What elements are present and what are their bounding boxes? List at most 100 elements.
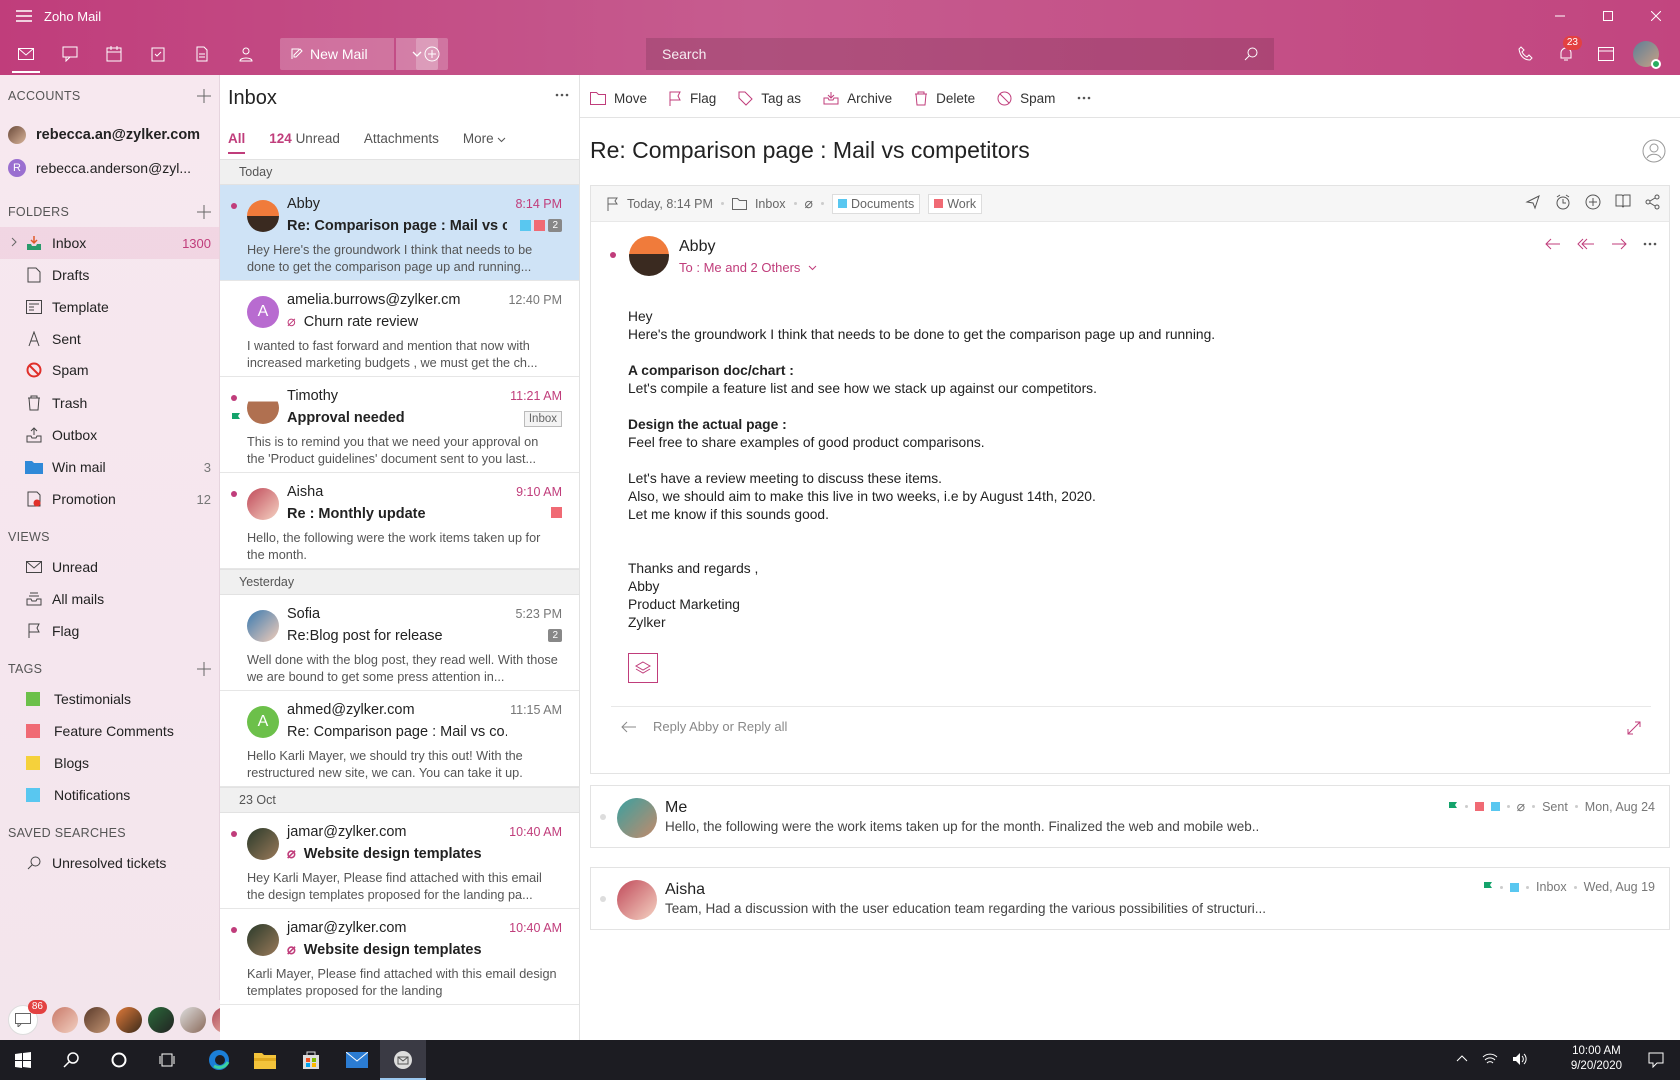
mail-item[interactable]: A amelia.burrows@zylker.cm 12:40 PM ⌀ Chu… xyxy=(220,281,579,377)
folder-outbox[interactable]: Outbox xyxy=(0,419,219,451)
share-icon[interactable] xyxy=(1645,194,1661,210)
add-account-icon[interactable] xyxy=(197,89,211,103)
tag-blogs[interactable]: Blogs xyxy=(0,747,219,779)
spam-button[interactable]: Spam xyxy=(997,91,1055,106)
notes-icon[interactable] xyxy=(191,43,213,65)
quick-action-button[interactable] xyxy=(416,38,448,70)
flag-icon[interactable] xyxy=(607,197,619,211)
remind-icon[interactable] xyxy=(1525,194,1541,210)
folder-trash[interactable]: Trash xyxy=(0,387,219,419)
chevron-right-icon[interactable] xyxy=(11,237,18,247)
calendar-icon[interactable] xyxy=(103,43,125,65)
window-layout-icon[interactable] xyxy=(1586,36,1626,72)
hamburger-menu-icon[interactable] xyxy=(16,9,32,23)
layers-icon[interactable] xyxy=(628,653,658,683)
expand-reply-icon[interactable] xyxy=(1627,721,1641,735)
chat-contact-avatar[interactable] xyxy=(84,1007,110,1033)
folder-template[interactable]: Template xyxy=(0,291,219,323)
mail-app-taskbar-icon[interactable] xyxy=(334,1040,380,1080)
view-all-mails[interactable]: All mails xyxy=(0,583,219,615)
tag-chip-documents[interactable]: Documents xyxy=(831,193,921,214)
mail-item[interactable]: jamar@zylker.com 10:40 AM ⌀ Website desig… xyxy=(220,813,579,909)
flag-icon[interactable] xyxy=(231,412,241,424)
reply-bar[interactable]: Reply Abby or Reply all xyxy=(611,706,1651,746)
recipients-toggle[interactable]: To : Me and 2 Others xyxy=(679,260,817,275)
mail-item[interactable]: Timothy 11:21 AM Approval needed Inbox T… xyxy=(220,377,579,473)
system-clock[interactable]: 10:00 AM 9/20/2020 xyxy=(1571,1044,1622,1074)
add-task-icon[interactable] xyxy=(1585,194,1601,210)
account-item-primary[interactable]: rebecca.an@zylker.com xyxy=(8,120,200,150)
file-explorer-icon[interactable] xyxy=(242,1040,288,1080)
zoho-mail-taskbar-icon[interactable] xyxy=(380,1040,426,1080)
mail-folder[interactable]: Inbox xyxy=(755,197,786,211)
chat-contact-avatar[interactable] xyxy=(116,1007,142,1033)
tab-unread[interactable]: 124 Unread xyxy=(269,131,340,146)
more-options-icon[interactable] xyxy=(1643,238,1657,250)
tag-as-button[interactable]: Tag as xyxy=(738,91,801,106)
tab-more[interactable]: More xyxy=(463,131,507,146)
tag-testimonials[interactable]: Testimonials xyxy=(0,683,219,715)
tab-attachments[interactable]: Attachments xyxy=(364,131,439,146)
mail-item[interactable]: Aisha 9:10 AM Re : Monthly update Hello,… xyxy=(220,473,579,569)
notifications-bell-icon[interactable]: 23 xyxy=(1546,36,1586,72)
network-icon[interactable] xyxy=(1482,1052,1498,1066)
streams-icon[interactable] xyxy=(59,43,81,65)
chat-button[interactable]: 86 xyxy=(8,1000,47,1035)
minimize-button[interactable] xyxy=(1536,0,1584,32)
forward-icon[interactable] xyxy=(1611,238,1627,250)
windows-start-icon[interactable] xyxy=(0,1040,46,1080)
saved-search-unresolved[interactable]: Unresolved tickets xyxy=(0,847,219,879)
conversation-item[interactable]: Aisha Team, Had a discussion with the us… xyxy=(590,867,1670,930)
tag-chip-work[interactable]: Work xyxy=(928,193,983,214)
tab-all[interactable]: All xyxy=(228,131,246,154)
contacts-icon[interactable] xyxy=(235,43,257,65)
volume-icon[interactable] xyxy=(1512,1052,1528,1066)
folder-spam[interactable]: Spam xyxy=(0,354,219,386)
attachment-icon[interactable]: ⌀ xyxy=(805,195,813,212)
folder-drafts[interactable]: Drafts xyxy=(0,259,219,291)
mail-item[interactable]: Abby 8:14 PM Re: Comparison page : Mail … xyxy=(220,185,579,281)
reply-all-icon[interactable] xyxy=(1577,238,1595,250)
new-mail-button[interactable]: New Mail xyxy=(280,38,394,70)
chat-contact-avatar[interactable] xyxy=(148,1007,174,1033)
search-icon[interactable] xyxy=(48,1040,94,1080)
mail-item[interactable]: A ahmed@zylker.com 11:15 AM Re: Comparis… xyxy=(220,691,579,787)
store-icon[interactable] xyxy=(288,1040,334,1080)
read-mode-icon[interactable] xyxy=(1615,194,1631,210)
tag-notifications[interactable]: Notifications xyxy=(0,779,219,811)
add-tag-icon[interactable] xyxy=(197,662,211,676)
tag-feature-comments[interactable]: Feature Comments xyxy=(0,715,219,747)
user-profile-avatar[interactable] xyxy=(1626,36,1666,72)
close-window-button[interactable] xyxy=(1632,0,1680,32)
alarm-clock-icon[interactable] xyxy=(1555,194,1571,210)
mail-app-icon[interactable] xyxy=(15,43,37,65)
chat-contact-avatar[interactable] xyxy=(52,1007,78,1033)
move-button[interactable]: Move xyxy=(590,91,647,106)
reply-icon[interactable] xyxy=(1545,238,1561,250)
folder-win-mail[interactable]: Win mail 3 xyxy=(0,451,219,483)
tasks-icon[interactable] xyxy=(147,43,169,65)
mail-item[interactable]: jamar@zylker.com 10:40 AM ⌀ Website desig… xyxy=(220,909,579,1005)
flag-icon[interactable] xyxy=(1483,881,1493,893)
folder-sent[interactable]: Sent xyxy=(0,323,219,355)
view-flag[interactable]: Flag xyxy=(0,615,219,647)
folder-promotion[interactable]: Promotion 12 xyxy=(0,483,219,515)
tray-expand-icon[interactable] xyxy=(1456,1054,1468,1062)
action-center-icon[interactable] xyxy=(1648,1052,1664,1068)
account-item-secondary[interactable]: R rebecca.anderson@zyl... xyxy=(8,153,191,183)
edge-browser-icon[interactable] xyxy=(196,1040,242,1080)
more-actions-icon[interactable] xyxy=(1077,96,1091,100)
mail-item[interactable]: Sofia 5:23 PM Re:Blog post for release 2… xyxy=(220,595,579,691)
view-unread[interactable]: Unread xyxy=(0,551,219,583)
phone-icon[interactable] xyxy=(1506,36,1546,72)
list-more-options-icon[interactable] xyxy=(555,93,569,97)
chat-contact-avatar[interactable] xyxy=(180,1007,206,1033)
folder-inbox[interactable]: Inbox 1300 xyxy=(0,227,219,259)
participants-icon[interactable] xyxy=(1642,139,1666,163)
cortana-icon[interactable] xyxy=(96,1040,142,1080)
flag-icon[interactable] xyxy=(1448,801,1458,813)
conversation-item[interactable]: Me Hello, the following were the work it… xyxy=(590,785,1670,848)
flag-button[interactable]: Flag xyxy=(669,91,716,106)
task-view-icon[interactable] xyxy=(144,1040,190,1080)
search-bar[interactable]: Search xyxy=(646,38,1274,70)
